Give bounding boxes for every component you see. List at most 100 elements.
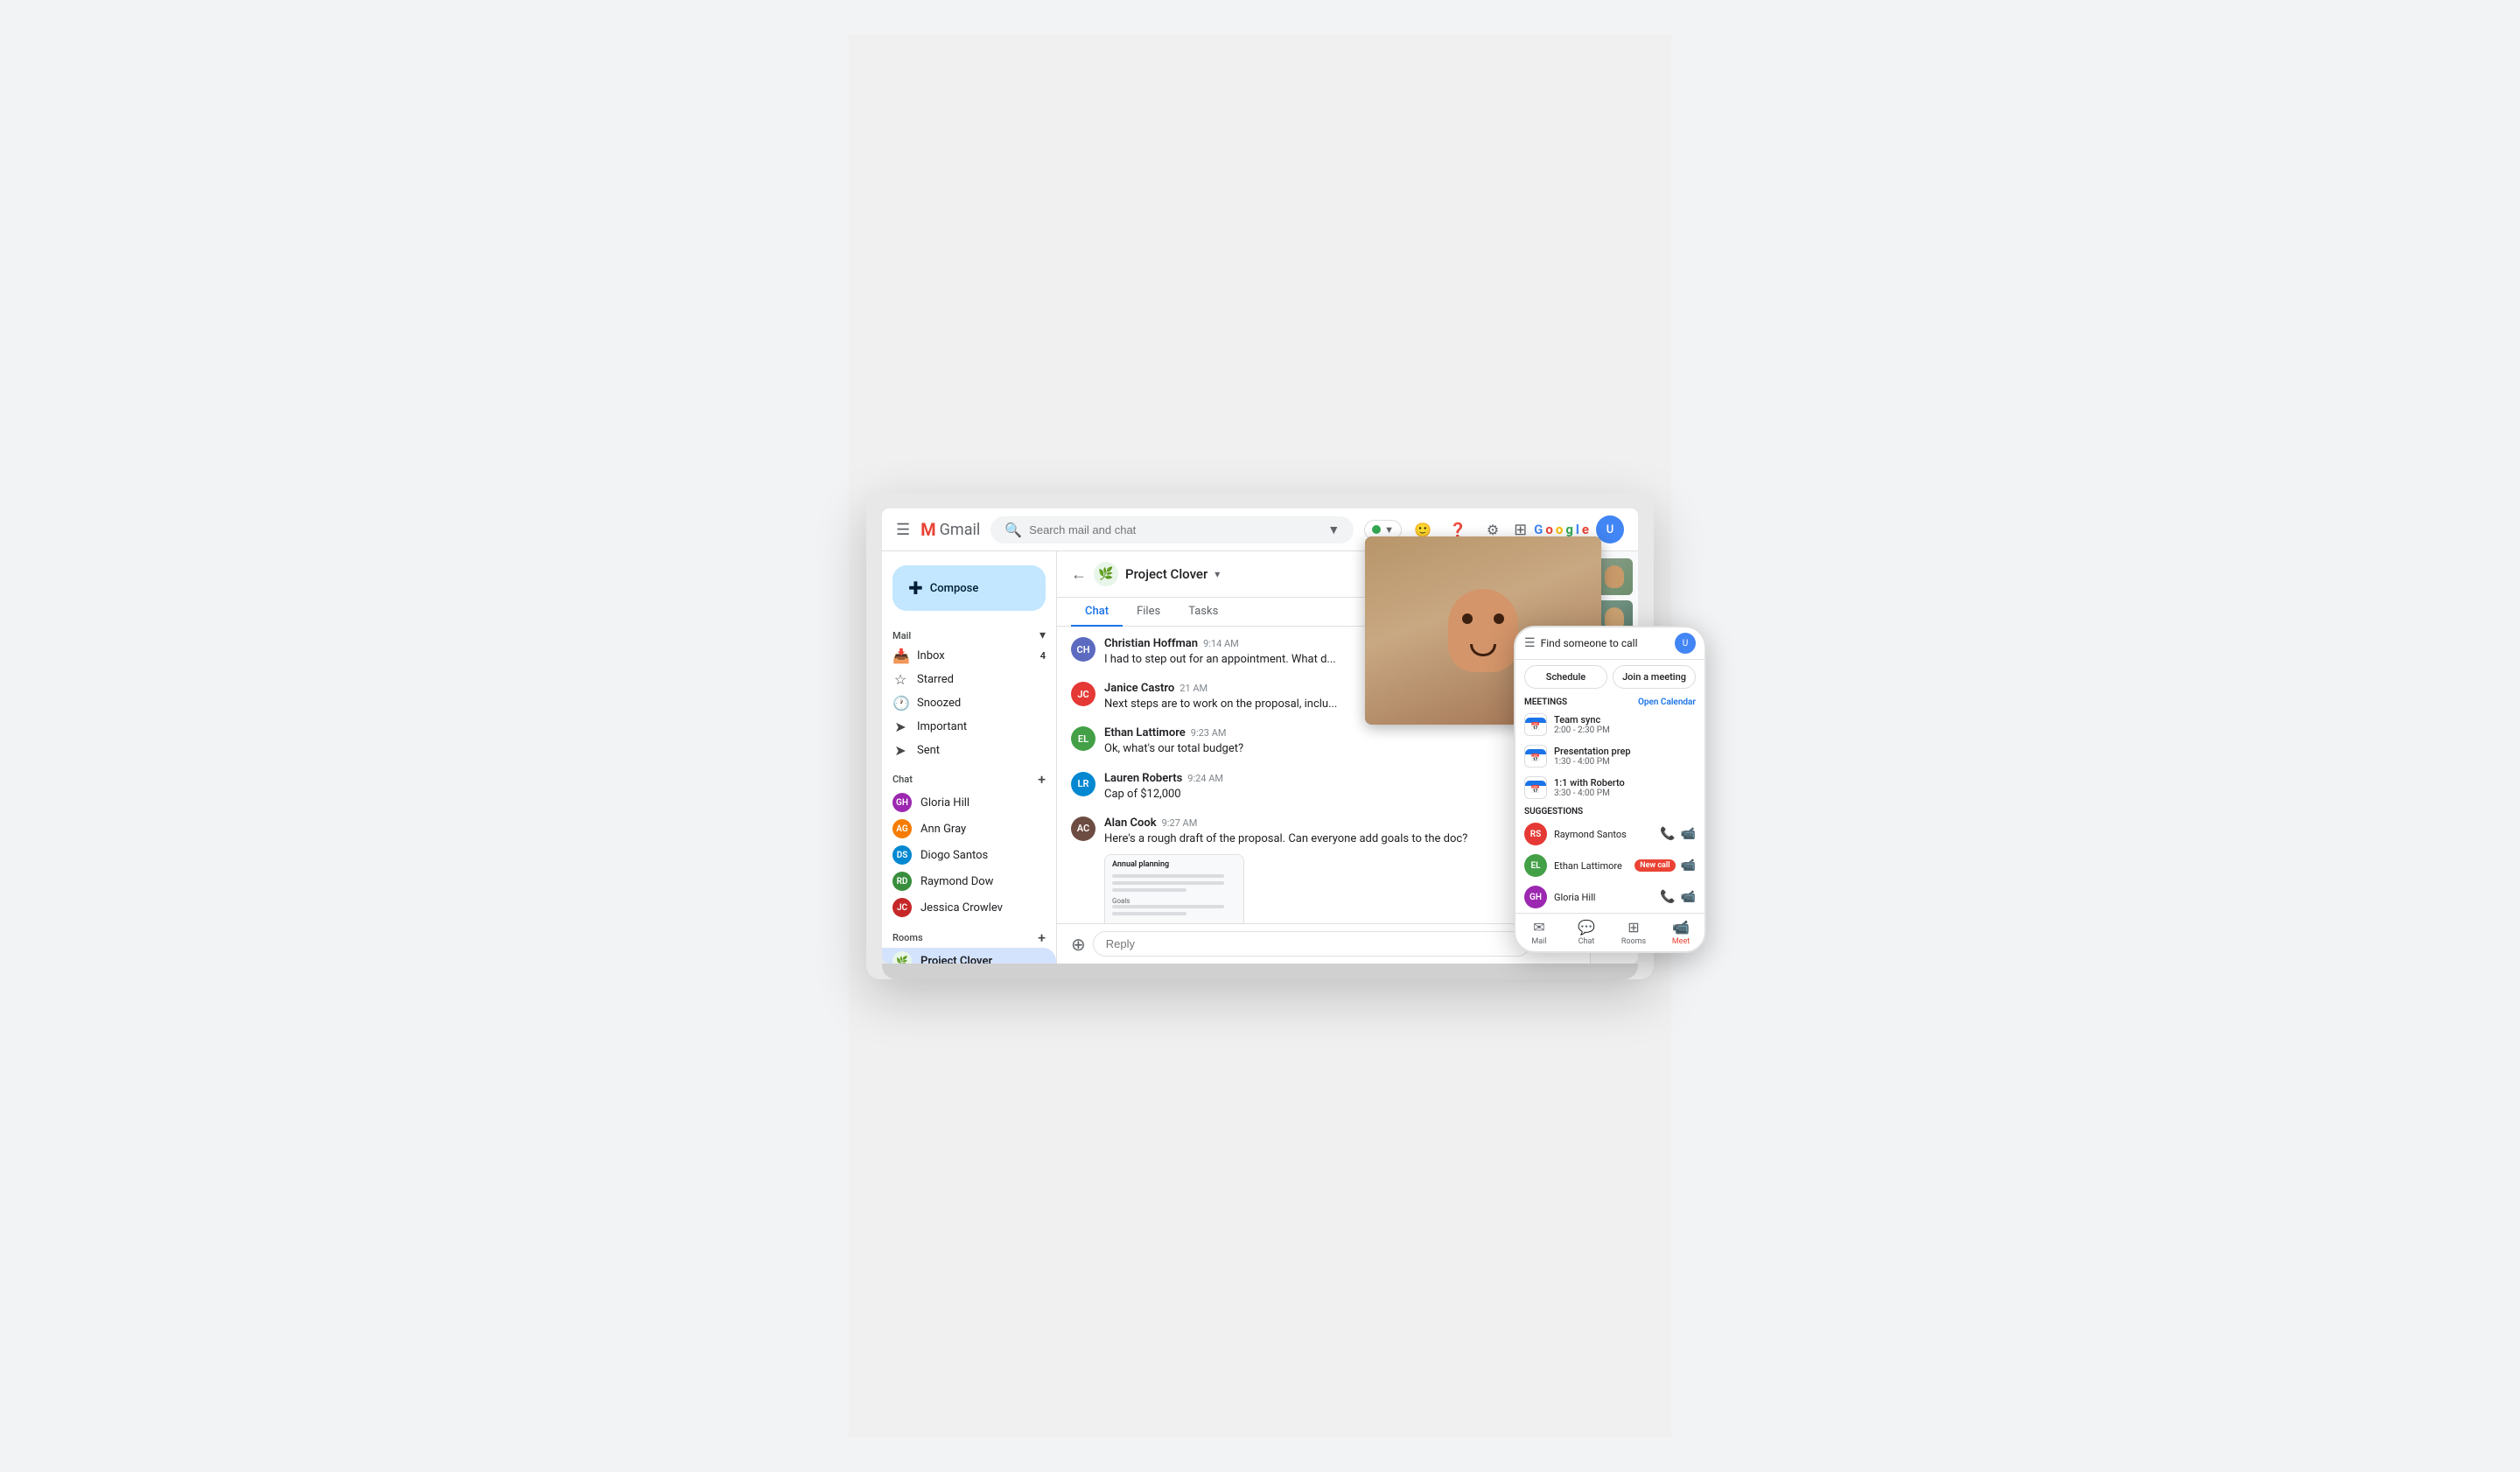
gmail-label: Gmail bbox=[940, 521, 981, 539]
doc-line-3 bbox=[1112, 888, 1186, 892]
christian-time: 9:14 AM bbox=[1203, 638, 1239, 649]
search-bar[interactable]: 🔍 ▼ bbox=[990, 516, 1354, 543]
phone-cal-icon-1: 📅 bbox=[1524, 713, 1547, 736]
sidebar-item-inbox[interactable]: 📥 Inbox 4 bbox=[882, 644, 1056, 668]
laptop-base bbox=[882, 964, 1638, 979]
gloria-avatar: GH bbox=[892, 793, 912, 812]
phone-sug-name-3: Gloria Hill bbox=[1554, 892, 1653, 903]
lauren-message-content: Lauren Roberts 9:24 AM Cap of $12,000 bbox=[1104, 772, 1576, 803]
phone-meetings-header: MEETINGS Open Calendar bbox=[1516, 694, 1704, 709]
phone-meeting-info-3: 1:1 with Roberto 3:30 - 4:00 PM bbox=[1554, 777, 1696, 798]
phone-bottom-nav: ✉ Mail 💬 Chat ⊞ Rooms 📹 Meet bbox=[1516, 913, 1704, 951]
tab-chat[interactable]: Chat bbox=[1071, 598, 1123, 627]
ethan-name: Ethan Lattimore bbox=[1104, 726, 1186, 740]
phone-meeting-info-2: Presentation prep 1:30 - 4:00 PM bbox=[1554, 746, 1696, 767]
phone-call-icon-1[interactable]: 📞 bbox=[1660, 827, 1675, 841]
sidebar-item-gloria[interactable]: GH Gloria Hill bbox=[882, 789, 1056, 816]
alan-name: Alan Cook bbox=[1104, 817, 1157, 830]
phone-menu-icon[interactable]: ☰ bbox=[1524, 636, 1536, 650]
phone-suggestion-3: GH Gloria Hill 📞 📹 bbox=[1516, 881, 1704, 913]
search-dropdown-icon[interactable]: ▼ bbox=[1327, 522, 1340, 537]
project-clover-label: Project Clover bbox=[920, 955, 992, 964]
reply-bar: ⊕ 😊 ▶ bbox=[1057, 923, 1590, 964]
hamburger-menu-icon[interactable]: ☰ bbox=[896, 521, 910, 539]
ethan-message-content: Ethan Lattimore 9:23 AM Ok, what's our t… bbox=[1104, 726, 1576, 757]
phone-sug-name-2: Ethan Lattimore bbox=[1554, 860, 1628, 872]
phone-meeting-title-1: Team sync bbox=[1554, 714, 1696, 725]
raymond-avatar: RD bbox=[892, 872, 912, 891]
gmail-logo: M Gmail bbox=[920, 519, 980, 540]
sidebar-item-diogo[interactable]: DS Diogo Santos bbox=[882, 842, 1056, 868]
phone-nav-rooms-label: Rooms bbox=[1621, 937, 1646, 946]
sidebar-item-important[interactable]: ➤ Important bbox=[882, 715, 1056, 739]
alan-message-content: Alan Cook 9:27 AM Here's a rough draft o… bbox=[1104, 817, 1576, 923]
status-dot-icon bbox=[1372, 525, 1381, 534]
ann-label: Ann Gray bbox=[920, 823, 966, 836]
alan-text: Here's a rough draft of the proposal. Ca… bbox=[1104, 831, 1576, 847]
reply-add-icon[interactable]: ⊕ bbox=[1071, 934, 1086, 955]
chat-section-label: Chat + bbox=[882, 768, 1056, 789]
phone-open-calendar-link[interactable]: Open Calendar bbox=[1638, 697, 1696, 707]
reply-input[interactable] bbox=[1093, 931, 1530, 957]
diogo-avatar: DS bbox=[892, 845, 912, 865]
ethan-message-header: Ethan Lattimore 9:23 AM bbox=[1104, 726, 1576, 740]
phone-nav-meet[interactable]: 📹 Meet bbox=[1657, 919, 1704, 946]
mail-section-text: Mail bbox=[892, 630, 911, 641]
starred-label: Starred bbox=[917, 673, 954, 686]
video-thumb-1[interactable] bbox=[1596, 558, 1633, 595]
doc-line-5 bbox=[1112, 912, 1186, 915]
tab-tasks[interactable]: Tasks bbox=[1174, 598, 1232, 627]
phone-nav-meet-icon: 📹 bbox=[1672, 919, 1690, 936]
cal-date-2: 📅 bbox=[1530, 754, 1540, 763]
phone-meetings-label: MEETINGS bbox=[1524, 697, 1567, 707]
mail-collapse-icon[interactable]: ▾ bbox=[1040, 628, 1046, 642]
sidebar-item-snoozed[interactable]: 🕐 Snoozed bbox=[882, 691, 1056, 715]
phone-call-icon-3[interactable]: 📞 bbox=[1660, 890, 1675, 904]
phone-sug-avatar-2: EL bbox=[1524, 854, 1547, 877]
doc-line-4 bbox=[1112, 905, 1224, 908]
rooms-add-icon[interactable]: + bbox=[1038, 929, 1046, 946]
message-alan: AC Alan Cook 9:27 AM Here's a rough draf… bbox=[1071, 817, 1576, 923]
room-dropdown-icon[interactable]: ▾ bbox=[1214, 568, 1220, 580]
phone-sug-avatar-3: GH bbox=[1524, 886, 1547, 908]
phone-nav-chat-label: Chat bbox=[1578, 937, 1595, 946]
phone-join-button[interactable]: Join a meeting bbox=[1613, 665, 1696, 689]
phone-nav-mail[interactable]: ✉ Mail bbox=[1516, 919, 1563, 946]
inbox-label: Inbox bbox=[917, 649, 945, 662]
doc-preview[interactable]: Annual planning Goals bbox=[1104, 854, 1244, 923]
sidebar-item-sent[interactable]: ➤ Sent bbox=[882, 739, 1056, 762]
back-button[interactable]: ← bbox=[1071, 565, 1087, 584]
phone-nav-mail-label: Mail bbox=[1531, 937, 1546, 946]
gmail-m-icon: M bbox=[920, 519, 936, 540]
phone-avatar[interactable]: U bbox=[1675, 633, 1696, 654]
phone-video-icon-2[interactable]: 📹 bbox=[1681, 859, 1696, 873]
ethan-text: Ok, what's our total budget? bbox=[1104, 741, 1576, 757]
tab-files[interactable]: Files bbox=[1123, 598, 1174, 627]
sidebar-item-project-clover[interactable]: 🌿 Project Clover bbox=[882, 948, 1056, 964]
message-lauren: LR Lauren Roberts 9:24 AM Cap of $12,000 bbox=[1071, 772, 1576, 803]
compose-button[interactable]: ✚ Compose bbox=[892, 565, 1046, 611]
phone-nav-rooms[interactable]: ⊞ Rooms bbox=[1610, 919, 1657, 946]
search-icon: 🔍 bbox=[1004, 522, 1022, 538]
phone-meeting-title-3: 1:1 with Roberto bbox=[1554, 777, 1696, 789]
search-input[interactable] bbox=[1029, 523, 1320, 536]
phone-meeting-info-1: Team sync 2:00 - 2:30 PM bbox=[1554, 714, 1696, 735]
chat-section-text: Chat bbox=[892, 774, 913, 785]
sidebar-item-starred[interactable]: ☆ Starred bbox=[882, 668, 1056, 691]
lauren-avatar: LR bbox=[1071, 772, 1096, 796]
phone-nav-meet-label: Meet bbox=[1672, 937, 1690, 946]
phone-video-icon-3[interactable]: 📹 bbox=[1681, 890, 1696, 904]
new-call-badge: New call bbox=[1634, 859, 1675, 872]
google-g-letter: G bbox=[1534, 522, 1543, 537]
chat-add-icon[interactable]: + bbox=[1038, 771, 1046, 788]
phone-schedule-button[interactable]: Schedule bbox=[1524, 665, 1607, 689]
sidebar-item-jessica[interactable]: JC Jessica Crowlev bbox=[882, 894, 1056, 921]
phone-video-icon-1[interactable]: 📹 bbox=[1681, 827, 1696, 841]
christian-name: Christian Hoffman bbox=[1104, 637, 1198, 650]
doc-thumbnail: Annual planning Goals bbox=[1105, 855, 1243, 923]
phone-nav-chat-icon: 💬 bbox=[1578, 919, 1595, 936]
sidebar-item-ann[interactable]: AG Ann Gray bbox=[882, 816, 1056, 842]
phone-nav-chat[interactable]: 💬 Chat bbox=[1563, 919, 1610, 946]
sent-icon: ➤ bbox=[892, 742, 908, 759]
sidebar-item-raymond[interactable]: RD Raymond Dow bbox=[882, 868, 1056, 894]
